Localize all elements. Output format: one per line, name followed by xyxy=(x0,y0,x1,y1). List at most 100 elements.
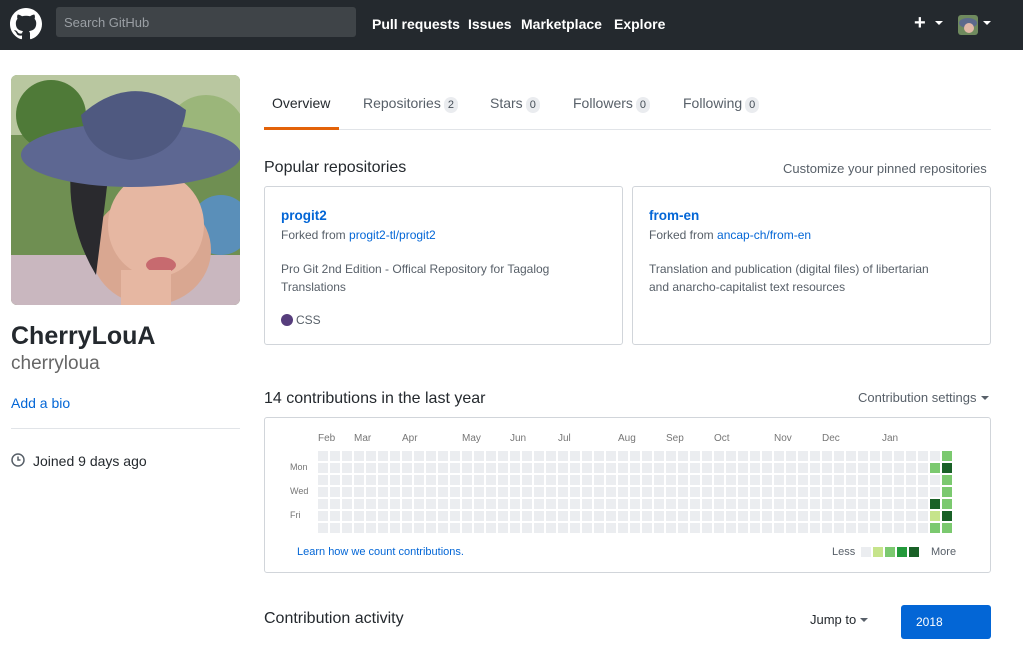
contribution-cell[interactable] xyxy=(690,511,700,521)
contribution-cell[interactable] xyxy=(774,523,784,533)
contribution-cell[interactable] xyxy=(930,487,940,497)
contribution-cell[interactable] xyxy=(834,511,844,521)
contribution-cell[interactable] xyxy=(918,523,928,533)
contribution-cell[interactable] xyxy=(486,511,496,521)
contribution-cell[interactable] xyxy=(714,499,724,509)
contribution-cell[interactable] xyxy=(474,475,484,485)
contribution-cell[interactable] xyxy=(906,511,916,521)
contribution-cell[interactable] xyxy=(714,523,724,533)
contribution-cell[interactable] xyxy=(642,511,652,521)
contribution-cell[interactable] xyxy=(546,451,556,461)
contribution-cell[interactable] xyxy=(870,487,880,497)
nav-issues[interactable]: Issues xyxy=(468,16,512,32)
contribution-cell[interactable] xyxy=(930,499,940,509)
contribution-cell[interactable] xyxy=(378,499,388,509)
contribution-cell[interactable] xyxy=(354,463,364,473)
contribution-cell[interactable] xyxy=(366,487,376,497)
contribution-cell[interactable] xyxy=(618,511,628,521)
contribution-cell[interactable] xyxy=(438,487,448,497)
contribution-cell[interactable] xyxy=(702,523,712,533)
contribution-cell[interactable] xyxy=(522,475,532,485)
contribution-cell[interactable] xyxy=(882,451,892,461)
contribution-cell[interactable] xyxy=(834,487,844,497)
contribution-cell[interactable] xyxy=(858,463,868,473)
contribution-cell[interactable] xyxy=(522,499,532,509)
contribution-cell[interactable] xyxy=(558,451,568,461)
contribution-cell[interactable] xyxy=(426,451,436,461)
nav-pull-requests[interactable]: Pull requests xyxy=(372,16,460,32)
learn-contributions-link[interactable]: Learn how we count contributions. xyxy=(297,546,464,558)
contribution-cell[interactable] xyxy=(558,475,568,485)
contribution-cell[interactable] xyxy=(606,499,616,509)
contribution-cell[interactable] xyxy=(774,463,784,473)
contribution-cell[interactable] xyxy=(690,451,700,461)
contribution-cell[interactable] xyxy=(354,487,364,497)
contribution-cell[interactable] xyxy=(690,463,700,473)
contribution-cell[interactable] xyxy=(918,511,928,521)
contribution-cell[interactable] xyxy=(846,499,856,509)
contribution-cell[interactable] xyxy=(750,511,760,521)
contribution-cell[interactable] xyxy=(906,475,916,485)
contribution-cell[interactable] xyxy=(630,487,640,497)
contribution-cell[interactable] xyxy=(834,463,844,473)
contribution-cell[interactable] xyxy=(462,475,472,485)
contribution-cell[interactable] xyxy=(318,499,328,509)
contribution-cell[interactable] xyxy=(498,523,508,533)
contribution-cell[interactable] xyxy=(414,475,424,485)
contribution-cell[interactable] xyxy=(558,499,568,509)
contribution-cell[interactable] xyxy=(666,487,676,497)
contribution-cell[interactable] xyxy=(822,511,832,521)
contribution-cell[interactable] xyxy=(702,463,712,473)
contribution-cell[interactable] xyxy=(846,451,856,461)
contribution-cell[interactable] xyxy=(906,499,916,509)
contribution-cell[interactable] xyxy=(702,499,712,509)
contribution-cell[interactable] xyxy=(870,463,880,473)
contribution-cell[interactable] xyxy=(750,499,760,509)
contribution-cell[interactable] xyxy=(918,487,928,497)
contribution-cell[interactable] xyxy=(582,511,592,521)
contribution-cell[interactable] xyxy=(546,463,556,473)
contribution-cell[interactable] xyxy=(906,487,916,497)
contribution-cell[interactable] xyxy=(678,487,688,497)
forked-from-link[interactable]: progit2-tl/progit2 xyxy=(349,228,436,242)
contribution-cell[interactable] xyxy=(870,511,880,521)
contribution-cell[interactable] xyxy=(522,523,532,533)
contribution-cell[interactable] xyxy=(606,487,616,497)
contribution-cell[interactable] xyxy=(642,451,652,461)
contribution-cell[interactable] xyxy=(930,475,940,485)
contribution-cell[interactable] xyxy=(558,523,568,533)
contribution-cell[interactable] xyxy=(522,487,532,497)
contribution-cell[interactable] xyxy=(342,499,352,509)
contribution-cell[interactable] xyxy=(666,475,676,485)
contribution-cell[interactable] xyxy=(654,499,664,509)
contribution-cell[interactable] xyxy=(438,475,448,485)
contribution-cell[interactable] xyxy=(750,451,760,461)
contribution-cell[interactable] xyxy=(834,499,844,509)
contribution-cell[interactable] xyxy=(402,463,412,473)
contribution-cell[interactable] xyxy=(510,475,520,485)
contribution-cell[interactable] xyxy=(846,475,856,485)
contribution-cell[interactable] xyxy=(342,463,352,473)
contribution-cell[interactable] xyxy=(474,487,484,497)
contribution-cell[interactable] xyxy=(522,451,532,461)
contribution-cell[interactable] xyxy=(894,487,904,497)
contribution-cell[interactable] xyxy=(330,463,340,473)
contribution-cell[interactable] xyxy=(318,487,328,497)
contribution-cell[interactable] xyxy=(642,475,652,485)
contribution-cell[interactable] xyxy=(846,487,856,497)
contribution-cell[interactable] xyxy=(882,499,892,509)
contribution-cell[interactable] xyxy=(654,523,664,533)
contribution-cell[interactable] xyxy=(678,499,688,509)
contribution-cell[interactable] xyxy=(894,463,904,473)
contribution-cell[interactable] xyxy=(618,487,628,497)
contribution-cell[interactable] xyxy=(906,523,916,533)
contribution-cell[interactable] xyxy=(678,511,688,521)
contribution-cell[interactable] xyxy=(942,487,952,497)
contribution-cell[interactable] xyxy=(774,499,784,509)
contribution-cell[interactable] xyxy=(402,487,412,497)
contribution-cell[interactable] xyxy=(834,475,844,485)
contribution-cell[interactable] xyxy=(546,475,556,485)
contribution-cell[interactable] xyxy=(594,523,604,533)
contribution-cell[interactable] xyxy=(450,451,460,461)
contribution-cell[interactable] xyxy=(942,511,952,521)
